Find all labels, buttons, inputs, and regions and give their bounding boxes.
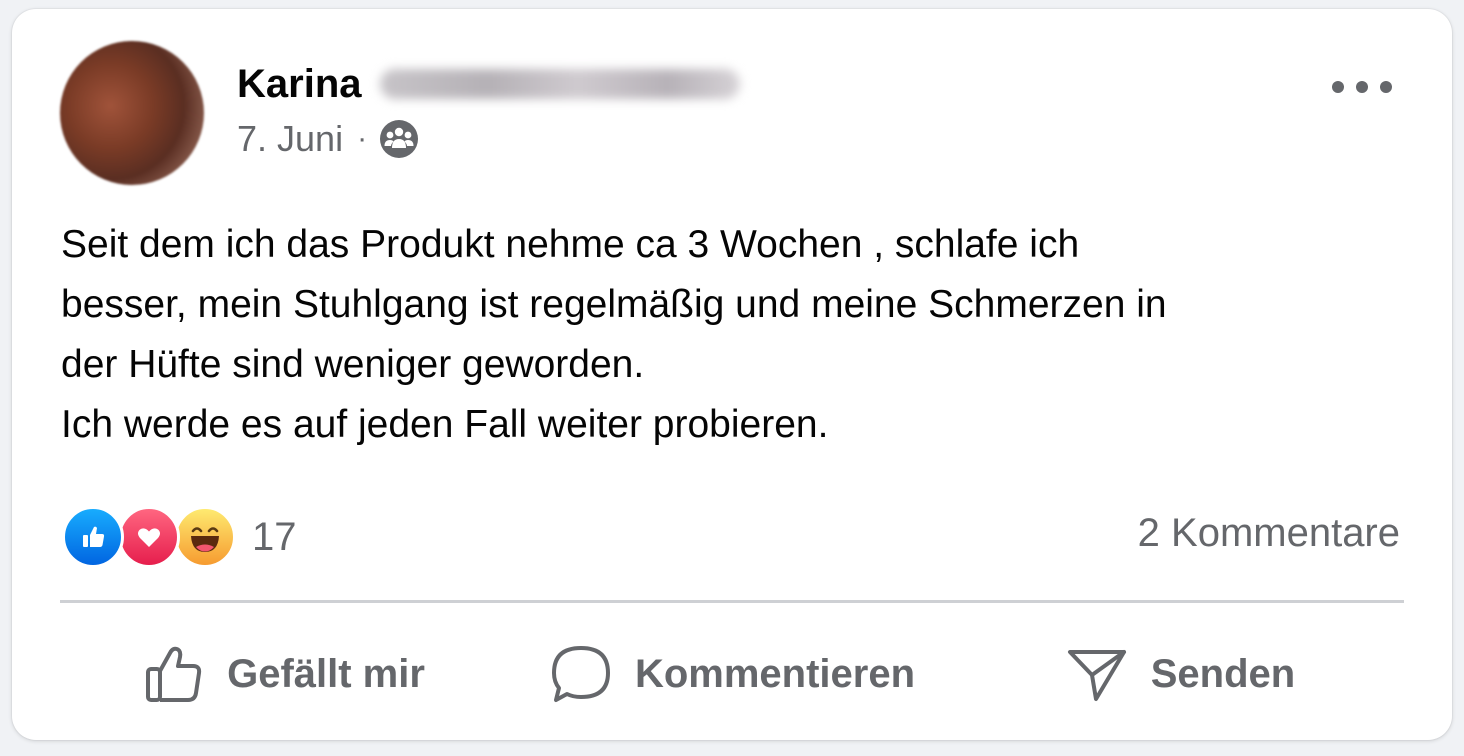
more-dot-icon: [1332, 81, 1344, 93]
more-dot-icon: [1380, 81, 1392, 93]
comments-count[interactable]: 2 Kommentare: [1138, 511, 1400, 556]
more-options-button[interactable]: [1332, 67, 1392, 107]
author-name[interactable]: Karina: [237, 62, 362, 107]
post-card: Karina 7. Juni · Seit dem ich das Produk…: [12, 9, 1452, 740]
thumbs-up-icon: [146, 646, 202, 702]
comment-icon: [551, 646, 610, 702]
send-icon: [1067, 650, 1126, 701]
post-actions: Gefällt mir Kommentieren Senden: [60, 629, 1404, 719]
like-button[interactable]: Gefällt mir: [60, 643, 508, 705]
like-icon: [62, 506, 124, 568]
post-date[interactable]: 7. Juni: [237, 118, 343, 160]
love-icon: [118, 506, 180, 568]
post-header: Karina: [237, 59, 740, 109]
divider: [60, 600, 1404, 603]
group-icon[interactable]: [379, 119, 419, 159]
meta-separator: ·: [357, 122, 368, 155]
send-button[interactable]: Senden: [956, 643, 1404, 705]
reactions-summary[interactable]: 17: [62, 506, 297, 568]
post-text: Seit dem ich das Produkt nehme ca 3 Woch…: [61, 223, 1167, 446]
comment-button[interactable]: Kommentieren: [508, 643, 956, 705]
more-dot-icon: [1356, 81, 1368, 93]
author-surname-redacted: [379, 69, 740, 99]
haha-icon: [174, 506, 236, 568]
reaction-count: 17: [252, 514, 297, 559]
post-meta: 7. Juni ·: [237, 117, 419, 161]
avatar[interactable]: [60, 41, 204, 185]
comment-button-label: Kommentieren: [634, 651, 916, 696]
like-button-label: Gefällt mir: [227, 651, 425, 696]
send-button-label: Senden: [1150, 651, 1296, 696]
